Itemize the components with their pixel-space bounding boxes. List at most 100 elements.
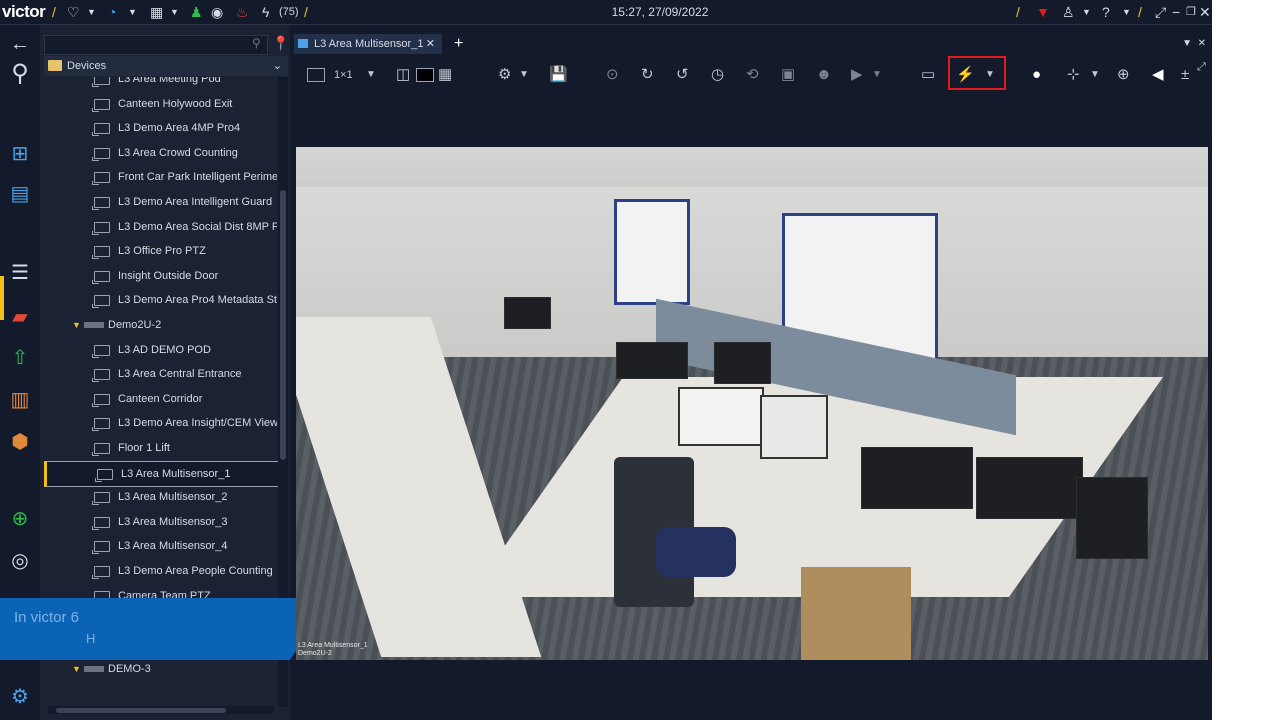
- search-input-icon[interactable]: ⚲: [252, 36, 261, 50]
- playback-icon[interactable]: ↺: [676, 66, 689, 84]
- add-tab-button[interactable]: +: [454, 34, 463, 54]
- tree-group-item[interactable]: ▼ Demo2U-2: [44, 313, 277, 337]
- tree-item-label: L3 Area Multisensor_2: [118, 491, 228, 504]
- sync-playback-icon[interactable]: ⟲: [746, 66, 759, 84]
- layout-grid-icon[interactable]: ▦: [150, 3, 163, 21]
- tree-camera-item[interactable]: L3 Area Multisensor_3: [44, 510, 277, 534]
- collapse-left-icon[interactable]: ◀: [1152, 66, 1164, 84]
- package-box-icon[interactable]: ⬢: [7, 429, 33, 455]
- camera-video-tile[interactable]: L3 Area Multisensor_1 Demo2U-2: [296, 147, 1208, 660]
- filter-funnel-icon[interactable]: ▼: [1036, 3, 1050, 21]
- zoom-plus-icon[interactable]: ±: [1181, 66, 1189, 84]
- tree-camera-item[interactable]: L3 Demo Area Intelligent Guard: [44, 190, 277, 214]
- user-account-icon[interactable]: ♙: [1062, 3, 1075, 21]
- tree-upload-icon[interactable]: ⇧: [7, 345, 33, 371]
- devices-folder-header[interactable]: Devices ⌄: [44, 56, 288, 76]
- collapse-chevron-icon[interactable]: ⌄: [273, 56, 282, 76]
- help-icon[interactable]: ?: [1102, 3, 1110, 21]
- tree-camera-item[interactable]: L3 AD DEMO POD: [44, 338, 277, 362]
- expand-view-icon[interactable]: ⤢: [1197, 58, 1206, 76]
- gauge-chevron-icon[interactable]: ▼: [128, 3, 137, 21]
- tree-camera-item[interactable]: L3 Area Meeting Pod: [44, 77, 277, 91]
- monitor-icon[interactable]: ▭: [921, 66, 935, 84]
- tab-l3-area-multisensor-1[interactable]: L3 Area Multisensor_1 ✕: [294, 34, 442, 54]
- add-circle-icon[interactable]: ⊕: [7, 506, 33, 532]
- tree-camera-item[interactable]: L3 Office Pro PTZ: [44, 239, 277, 263]
- event-filter-chevron-icon[interactable]: ▼: [985, 66, 995, 84]
- fullscreen-icon[interactable]: ⤢: [1155, 3, 1166, 21]
- favorites-heart-icon[interactable]: ♡: [67, 3, 80, 21]
- expand-arrow-icon[interactable]: ▼: [72, 313, 81, 337]
- search-icon[interactable]: ⚲: [7, 61, 33, 87]
- zoom-search-icon[interactable]: ⊙: [606, 66, 619, 84]
- minimize-icon[interactable]: −: [1172, 3, 1180, 21]
- tree-camera-item[interactable]: L3 Demo Area Insight/CEM View: [44, 411, 277, 435]
- folder-icon: [48, 60, 62, 71]
- layout-panel-icon[interactable]: ▤: [7, 181, 33, 207]
- events-count-badge[interactable]: (75): [279, 3, 299, 21]
- expand-arrow-icon[interactable]: ▼: [72, 657, 81, 681]
- tree-camera-item[interactable]: L3 Demo Area 4MP Pro4: [44, 116, 277, 140]
- layout-size-label[interactable]: 1×1: [334, 66, 353, 84]
- tree-camera-item[interactable]: L3 Area Multisensor_4: [44, 534, 277, 558]
- tree-camera-item[interactable]: L3 Demo Area People Counting: [44, 559, 277, 583]
- tree-camera-item[interactable]: L3 Area Central Entrance: [44, 362, 277, 386]
- tree-camera-item[interactable]: Floor 1 Lift: [44, 436, 277, 460]
- folder-open-icon[interactable]: ▰: [7, 304, 33, 330]
- tree-camera-item[interactable]: Front Car Park Intelligent Perimeter: [44, 165, 277, 189]
- tree-group-item[interactable]: ▼ DEMO-3: [44, 657, 277, 681]
- close-window-icon[interactable]: ✕: [1199, 3, 1211, 21]
- device-search-input[interactable]: [44, 35, 268, 55]
- layout-settings-chevron-icon[interactable]: ▼: [519, 66, 529, 84]
- top-bar: victor / ♡ ▼ ◔ ▼ ▦ ▼ ♟ ◉ ♨ ϟ (75) / 15:2…: [0, 0, 1212, 25]
- timeline-icon[interactable]: ◷: [711, 66, 724, 84]
- play-circle-icon[interactable]: ▶: [851, 66, 863, 84]
- face-icon[interactable]: ☻: [816, 66, 832, 84]
- report-document-icon[interactable]: ▥: [7, 387, 33, 413]
- grid-layout-icon[interactable]: ▦: [438, 66, 452, 84]
- add-camera-icon[interactable]: ⊕: [1117, 66, 1130, 84]
- tree-hscroll-thumb[interactable]: [56, 708, 226, 713]
- tree-camera-item[interactable]: L3 Area Multisensor_1: [44, 460, 280, 487]
- device-list-icon[interactable]: ☰: [7, 260, 33, 286]
- view-eye-icon[interactable]: ◎: [7, 548, 33, 574]
- tree-camera-item[interactable]: Canteen Holywood Exit: [44, 92, 277, 116]
- tree-camera-item[interactable]: L3 Demo Area Social Dist 8MP Pro4: [44, 215, 277, 239]
- tree-camera-item[interactable]: L3 Demo Area Pro4 Metadata Stream: [44, 288, 277, 312]
- tree-camera-item[interactable]: Canteen Corridor: [44, 387, 277, 411]
- add-rule-icon[interactable]: ⊹: [1067, 66, 1080, 84]
- back-arrow-icon[interactable]: ←: [7, 31, 33, 57]
- grid-chevron-icon[interactable]: ▼: [170, 3, 179, 21]
- restore-icon[interactable]: ❐: [1186, 3, 1196, 21]
- add-rule-chevron-icon[interactable]: ▼: [1090, 66, 1100, 84]
- save-icon[interactable]: 💾: [549, 66, 568, 84]
- single-view-icon[interactable]: [307, 68, 325, 82]
- account-chevron-icon[interactable]: ▼: [1082, 3, 1091, 21]
- split-view-icon[interactable]: ◫: [396, 66, 410, 84]
- tree-camera-item[interactable]: L3 Area Multisensor_2: [44, 485, 277, 509]
- event-filter-icon[interactable]: ⚡: [956, 66, 975, 84]
- black-view-icon[interactable]: [416, 68, 434, 82]
- alarm-bell-muted-icon[interactable]: ♨: [236, 3, 249, 21]
- tab-list-controls[interactable]: ▼ ✕: [1182, 34, 1206, 54]
- help-chevron-icon[interactable]: ▼: [1122, 3, 1131, 21]
- layout-settings-icon[interactable]: ⚙: [498, 66, 511, 84]
- record-circle-icon[interactable]: ●: [1032, 66, 1041, 84]
- events-lightning-icon[interactable]: ϟ: [262, 3, 269, 21]
- play-chevron-icon[interactable]: ▼: [872, 66, 882, 84]
- dashboard-gauge-icon[interactable]: ◔: [108, 3, 116, 21]
- snapshot-icon[interactable]: ▣: [781, 66, 795, 84]
- close-tab-icon[interactable]: ✕: [426, 34, 435, 54]
- tree-camera-item[interactable]: L3 Area Crowd Counting: [44, 141, 277, 165]
- layout-chevron-icon[interactable]: ▼: [366, 66, 376, 84]
- tree-scroll-thumb[interactable]: [280, 190, 286, 460]
- user-search-icon[interactable]: ◉: [211, 3, 223, 21]
- instant-replay-icon[interactable]: ↻: [641, 66, 654, 84]
- user-status-icon[interactable]: ♟: [190, 3, 203, 21]
- add-view-icon[interactable]: ⊞: [7, 141, 33, 167]
- favorites-chevron-icon[interactable]: ▼: [87, 3, 96, 21]
- tree-camera-item[interactable]: Insight Outside Door: [44, 264, 277, 288]
- video-scene-monitor: [616, 342, 688, 379]
- settings-gear-icon[interactable]: ⚙: [7, 684, 33, 710]
- pin-panel-icon[interactable]: 📍: [272, 35, 289, 52]
